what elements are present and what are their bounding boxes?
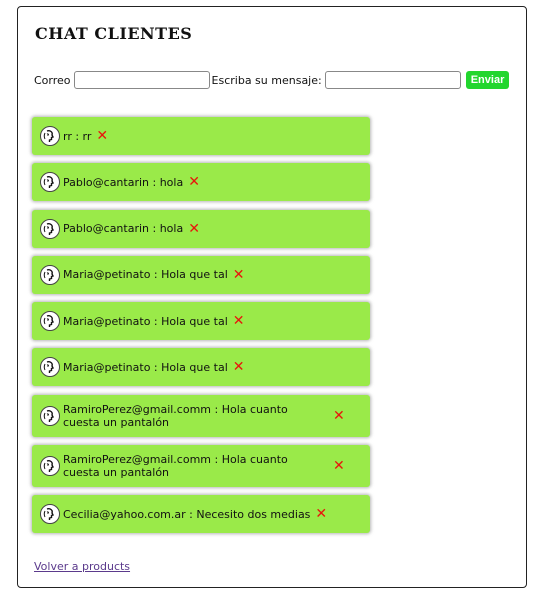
message-text: Maria@petinato : Hola que tal	[63, 314, 228, 328]
chat-form: Correo Escriba su mensaje: Enviar	[34, 71, 510, 89]
message-text: Pablo@cantarin : hola	[63, 222, 184, 236]
message-item: Maria@petinato : Hola que tal ✕	[32, 348, 370, 387]
message-text: Maria@petinato : Hola que tal	[63, 360, 228, 374]
speaking-head-icon	[40, 405, 60, 426]
message-text: Pablo@cantarin : hola	[63, 175, 184, 189]
speaking-head-icon	[40, 264, 60, 285]
message-item: rr : rr ✕	[32, 117, 370, 155]
delete-icon[interactable]: ✕	[233, 314, 245, 328]
delete-icon[interactable]: ✕	[333, 409, 345, 423]
message-field[interactable]	[324, 71, 461, 89]
delete-icon[interactable]: ✕	[188, 222, 200, 236]
chat-panel: CHAT CLIENTES Correo Escriba su mensaje:…	[17, 6, 527, 588]
message-item: Maria@petinato : Hola que tal ✕	[32, 302, 370, 341]
delete-icon[interactable]: ✕	[188, 175, 200, 189]
delete-icon[interactable]: ✕	[96, 129, 108, 143]
speaking-head-icon	[40, 172, 60, 193]
message-text: RamiroPerez@gmail.comm : Hola cuanto cue…	[63, 402, 288, 429]
delete-icon[interactable]: ✕	[333, 459, 345, 473]
email-field[interactable]	[73, 71, 210, 89]
speaking-head-icon	[40, 218, 60, 239]
message-label: Escriba su mensaje:	[211, 73, 322, 87]
back-to-products-link[interactable]: Volver a products	[34, 560, 130, 573]
speaking-head-icon	[40, 504, 60, 525]
speaking-head-icon	[40, 311, 60, 332]
message-list: rr : rr ✕ Pablo@cantarin : hola ✕ Pablo@…	[32, 117, 370, 542]
send-button[interactable]: Enviar	[465, 71, 510, 89]
message-text: rr : rr	[63, 129, 92, 143]
speaking-head-icon	[40, 456, 60, 477]
email-label: Correo	[34, 73, 71, 87]
delete-icon[interactable]: ✕	[233, 268, 245, 282]
page-title: CHAT CLIENTES	[35, 24, 193, 43]
delete-icon[interactable]: ✕	[233, 360, 245, 374]
message-text: Maria@petinato : Hola que tal	[63, 268, 228, 282]
message-item: RamiroPerez@gmail.comm : Hola cuanto cue…	[32, 394, 370, 437]
message-item: Cecilia@yahoo.com.ar : Necesito dos medi…	[32, 495, 370, 534]
message-item: Pablo@cantarin : hola ✕	[32, 209, 370, 248]
message-item: Pablo@cantarin : hola ✕	[32, 163, 370, 202]
message-text: RamiroPerez@gmail.comm : Hola cuanto cue…	[63, 453, 288, 480]
message-item: Maria@petinato : Hola que tal ✕	[32, 255, 370, 294]
delete-icon[interactable]: ✕	[315, 507, 327, 521]
message-item: RamiroPerez@gmail.comm : Hola cuanto cue…	[32, 445, 370, 488]
speaking-head-icon	[40, 357, 60, 378]
message-text: Cecilia@yahoo.com.ar : Necesito dos medi…	[63, 507, 311, 521]
speaking-head-icon	[40, 126, 60, 146]
